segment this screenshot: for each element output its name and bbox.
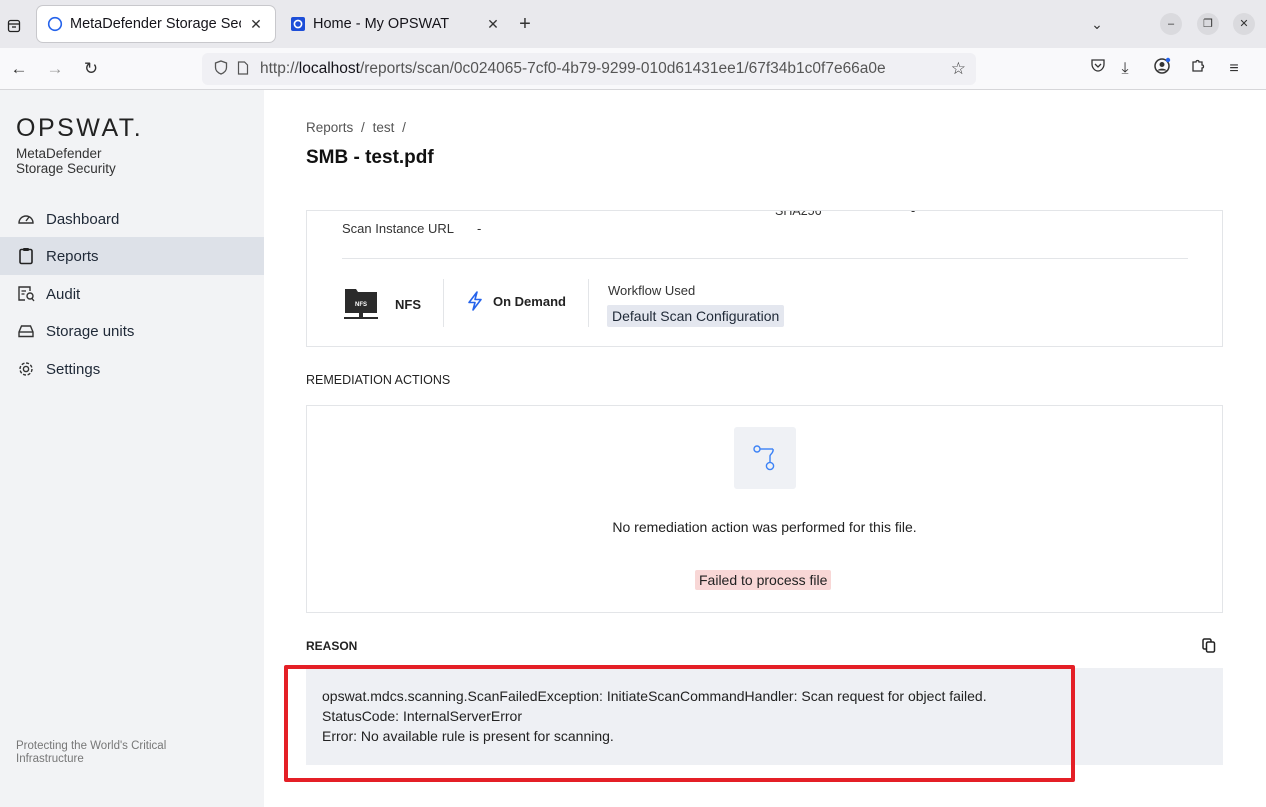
reason-line: opswat.mdcs.scanning.ScanFailedException… [322,688,987,704]
reason-text[interactable]: opswat.mdcs.scanning.ScanFailedException… [322,686,987,746]
copy-icon[interactable] [1202,638,1218,654]
sidebar-item-label: Reports [46,247,99,265]
url-path: /reports/scan/0c024065-7cf0-4b79-9299-01… [359,60,886,77]
divider [342,258,1188,259]
failed-status-badge: Failed to process file [695,570,832,590]
workflow-branch-icon [734,427,796,489]
address-bar[interactable]: http://localhost/reports/scan/0c024065-7… [202,53,976,85]
extensions-icon[interactable] [1186,57,1210,81]
menu-icon[interactable]: ≡ [1222,57,1246,81]
pocket-icon[interactable] [1086,57,1110,81]
page-icon [232,60,254,78]
sha256-value: - [911,210,916,218]
browser-tab-bar: MetaDefender Storage Security ✕ Home - M… [0,0,1266,48]
lightning-icon [468,291,482,311]
breadcrumb: Reports / test / [306,120,410,135]
remediation-message: No remediation action was performed for … [612,519,917,535]
opswat-logo: OPSWAT. [16,114,144,142]
breadcrumb-separator: / [402,120,406,135]
minimize-icon[interactable]: – [1160,13,1182,35]
tab-my-opswat[interactable]: Home - My OPSWAT ✕ [280,6,512,42]
audit-icon [16,284,36,304]
tab-metadefender[interactable]: MetaDefender Storage Security ✕ [37,6,275,42]
nfs-storage-icon: NFS [344,289,378,319]
remediation-actions-title: REMEDIATION ACTIONS [306,373,451,387]
scan-mode-label: On Demand [493,293,566,309]
sidebar-footer: Protecting the World's Critical Infrastr… [16,740,167,765]
vertical-divider [443,279,444,327]
opswat-favicon-icon [290,16,306,32]
close-tab-icon[interactable]: ✕ [484,16,502,33]
reason-box: opswat.mdcs.scanning.ScanFailedException… [306,668,1223,765]
breadcrumb-test-link[interactable]: test [373,120,395,135]
url-text[interactable]: http://localhost/reports/scan/0c024065-7… [260,60,930,78]
reason-title: REASON [306,639,358,653]
url-host: localhost [298,60,360,77]
sidebar-item-label: Dashboard [46,210,120,228]
product-name-line1: MetaDefender [16,146,102,161]
sidebar-item-reports[interactable]: Reports [0,237,264,275]
page-title: SMB - test.pdf [306,147,434,168]
vertical-divider [588,279,589,327]
nfs-icon-text: NFS [355,302,367,308]
forward-arrow-icon[interactable]: → [42,56,68,82]
loading-favicon-icon [47,16,63,32]
remediation-card: No remediation action was performed for … [306,405,1223,613]
sidebar-item-storage-units[interactable]: Storage units [0,312,264,350]
chevron-down-icon[interactable]: ⌄ [1086,13,1108,35]
sha256-label: SHA256 [775,210,822,218]
clipboard-icon [16,246,36,266]
gauge-icon [16,209,36,229]
product-name-line2: Storage Security [16,161,116,176]
download-icon[interactable]: ⤓ [1113,57,1137,81]
gear-icon [16,359,36,379]
storage-type: NFS NFS [342,285,421,323]
sidebar: OPSWAT. MetaDefender Storage Security Da… [0,90,264,807]
scan-mode: On Demand [467,291,566,311]
reload-icon[interactable]: ↻ [78,56,104,82]
sidebar-item-dashboard[interactable]: Dashboard [0,200,264,238]
drive-icon [16,321,36,341]
browser-nav-bar: ← → ↻ http://localhost/reports/scan/0c02… [0,48,1266,90]
scan-info-card: SHA256 - Scan Instance URL - NFS NFS On … [306,210,1223,347]
restore-icon[interactable]: ❐ [1197,13,1219,35]
workflow-used-value[interactable]: Default Scan Configuration [607,305,785,327]
window-close-icon[interactable]: ✕ [1233,13,1255,35]
sidebar-item-label: Storage units [46,322,135,340]
brand: OPSWAT. MetaDefender Storage Security [16,114,143,176]
workflow-used-label: Workflow Used [608,283,696,298]
sidebar-item-label: Audit [46,285,81,303]
bookmark-star-icon[interactable]: ☆ [951,59,966,79]
storage-type-label: NFS [395,296,421,312]
breadcrumb-reports-link[interactable]: Reports [306,120,353,135]
breadcrumb-separator: / [361,120,365,135]
new-tab-icon[interactable]: + [514,14,536,36]
shield-icon[interactable] [210,60,232,78]
scan-instance-url-value: - [477,221,482,236]
tab-title: MetaDefender Storage Security [70,16,241,32]
back-arrow-icon[interactable]: ← [6,56,32,82]
account-icon[interactable] [1150,57,1174,81]
sidebar-item-label: Settings [46,360,101,378]
sidebar-item-settings[interactable]: Settings [0,350,264,388]
scan-instance-url-label: Scan Instance URL [342,221,455,236]
sidebar-item-audit[interactable]: Audit [0,275,264,313]
tab-title: Home - My OPSWAT [313,16,450,32]
close-tab-icon[interactable]: ✕ [247,16,265,33]
main-content: Reports / test / SMB - test.pdf SHA256 -… [264,90,1266,807]
tab-list-icon[interactable] [0,12,28,40]
reason-line: Error: No available rule is present for … [322,728,614,744]
url-prefix: http:// [260,60,299,77]
reason-line: StatusCode: InternalServerError [322,708,522,724]
